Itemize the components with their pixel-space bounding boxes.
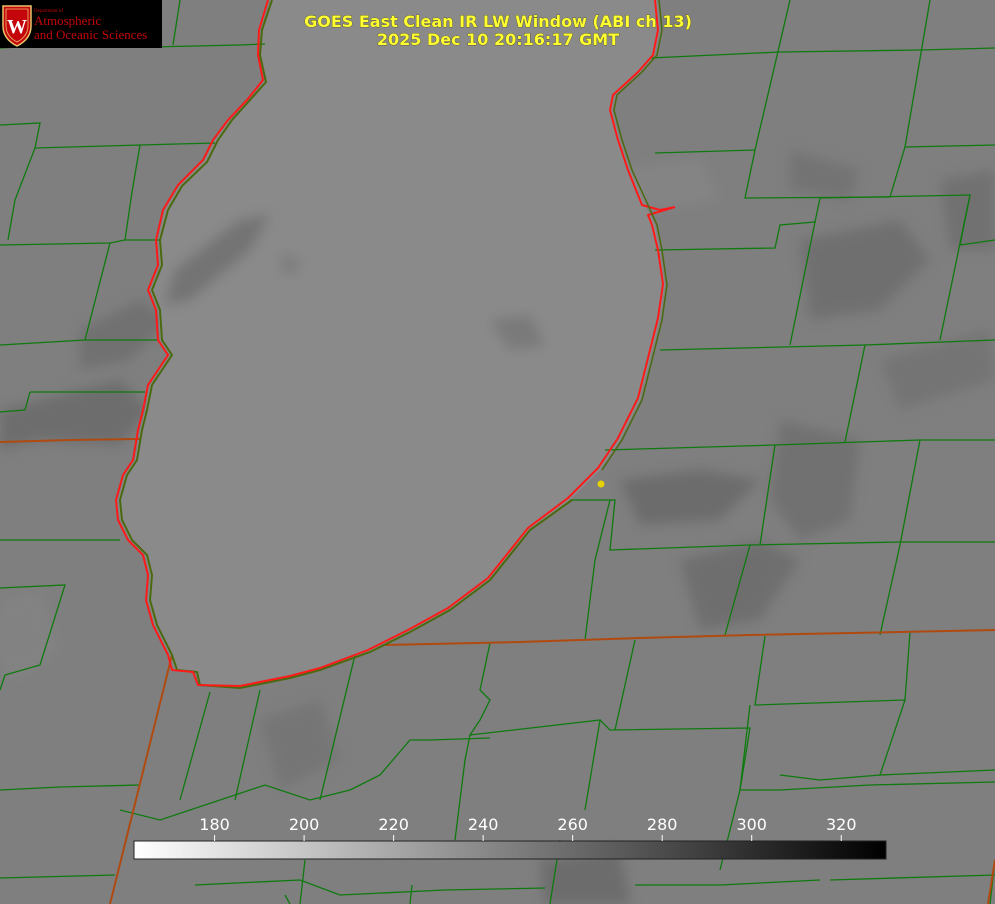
satellite-map: GOES East Clean IR LW Window (ABI ch 13)… — [0, 0, 995, 904]
colorbar-tick-label: 280 — [647, 815, 678, 834]
uw-crest-icon: W — [2, 5, 32, 47]
colorbar-tick-label: 300 — [736, 815, 767, 834]
colorbar-tick-label: 180 — [199, 815, 230, 834]
colorbar-tick-label: 200 — [289, 815, 320, 834]
colorbar-tick-label: 320 — [826, 815, 857, 834]
image-title-line1: GOES East Clean IR LW Window (ABI ch 13) — [304, 12, 692, 31]
aos-logo: W Department of Atmospheric and Oceanic … — [0, 0, 162, 48]
colorbar-tick-label: 220 — [378, 815, 409, 834]
image-title-line2: 2025 Dec 10 20:16:17 GMT — [377, 30, 619, 49]
colorbar-tick-label: 240 — [468, 815, 499, 834]
colorbar-gradient — [133, 840, 887, 860]
location-marker — [597, 480, 605, 488]
svg-text:W: W — [7, 16, 27, 38]
logo-title-line2: and Oceanic Sciences — [34, 27, 148, 42]
satellite-image-viewer: GOES East Clean IR LW Window (ABI ch 13)… — [0, 0, 995, 904]
colorbar-tick-label: 260 — [557, 815, 588, 834]
